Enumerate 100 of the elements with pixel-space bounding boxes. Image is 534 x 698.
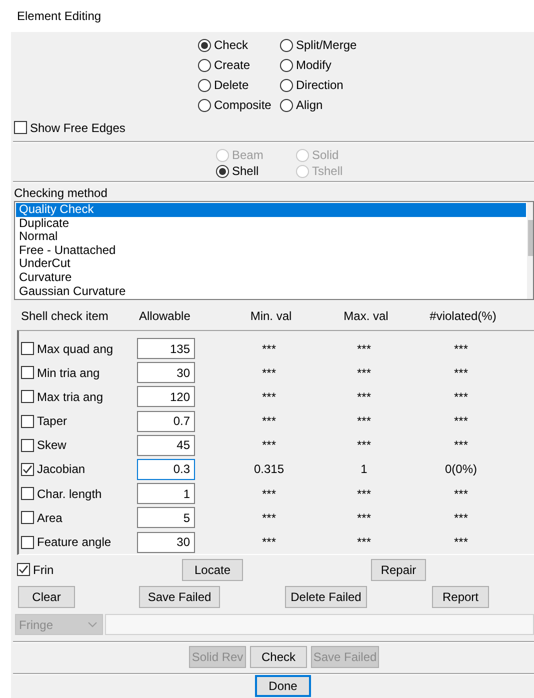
- table-cell: ***: [356, 390, 371, 404]
- table-cell: ***: [262, 486, 276, 501]
- allowable-field[interactable]: 0.3: [137, 458, 195, 480]
- check-item-label: Taper: [37, 414, 68, 428]
- radio-label: Align: [296, 98, 323, 112]
- checkbox[interactable]: [21, 462, 34, 476]
- radio-button[interactable]: [280, 38, 293, 52]
- checkbox-label: Show Free Edges: [30, 120, 126, 135]
- table-cell: 0.315: [254, 462, 284, 476]
- radio-label: Split/Merge: [296, 38, 357, 52]
- table-cell: ***: [356, 510, 371, 525]
- list-item[interactable]: Normal: [16, 230, 526, 244]
- allowable-field[interactable]: 30: [137, 532, 195, 553]
- radio-button[interactable]: [280, 98, 293, 112]
- repair-button[interactable]: Repair: [371, 558, 426, 581]
- check-item-label: Max tria ang: [37, 390, 104, 404]
- action-button[interactable]: Report: [432, 586, 489, 608]
- table-cell: ***: [262, 438, 276, 452]
- checkbox[interactable]: [21, 390, 34, 404]
- action-button[interactable]: Save Failed: [139, 586, 220, 608]
- table-cell: ***: [262, 414, 276, 428]
- check-item-label: Min tria ang: [37, 366, 100, 380]
- list-item[interactable]: Duplicate: [16, 216, 526, 230]
- allowable-field[interactable]: 0.7: [137, 410, 195, 432]
- checkbox[interactable]: [21, 342, 34, 356]
- check-item-label: Max quad ang: [37, 342, 114, 356]
- checkbox-label: Frin: [33, 562, 54, 577]
- radio-label: Composite: [214, 98, 272, 112]
- table-cell: ***: [454, 438, 468, 452]
- table-cell: ***: [262, 342, 276, 356]
- radio-label: Shell: [232, 164, 259, 178]
- radio-button[interactable]: [198, 58, 211, 72]
- list-item[interactable]: UnderCut: [16, 257, 526, 272]
- table-cell: ***: [262, 390, 276, 404]
- column-header: Max. val: [344, 308, 388, 323]
- action-button[interactable]: Delete Failed: [285, 586, 367, 608]
- scrollbar[interactable]: [527, 202, 533, 300]
- table-cell: ***: [262, 510, 276, 525]
- action-button[interactable]: Clear: [18, 586, 75, 608]
- table-cell: ***: [454, 366, 468, 380]
- column-header: Shell check item: [21, 308, 108, 323]
- done-button[interactable]: Done: [255, 675, 311, 698]
- radio-label: Solid: [312, 148, 339, 162]
- check-item-label: Char. length: [37, 486, 102, 501]
- input-field[interactable]: [105, 614, 534, 636]
- checkbox[interactable]: [21, 536, 34, 549]
- checkbox[interactable]: [21, 487, 34, 500]
- list-item[interactable]: Curvature: [16, 271, 526, 285]
- table-cell: ***: [262, 366, 276, 380]
- checkbox[interactable]: [17, 563, 30, 576]
- allowable-field[interactable]: 45: [137, 434, 195, 456]
- radio-label: Beam: [232, 148, 264, 162]
- chevron-down-icon: [88, 622, 97, 628]
- table-cell: ***: [262, 535, 276, 550]
- table-cell: 0(0%): [444, 462, 477, 476]
- table-cell: ***: [356, 486, 371, 501]
- radio-label: Direction: [296, 78, 344, 92]
- column-header: Min. val: [250, 308, 292, 323]
- check-item-label: Skew: [37, 438, 66, 452]
- radio-button[interactable]: [216, 164, 229, 178]
- allowable-field[interactable]: 5: [137, 507, 195, 528]
- checkbox[interactable]: [21, 511, 34, 524]
- check-item-label: Jacobian: [37, 462, 86, 476]
- list-item[interactable]: Free - Unattached: [16, 244, 526, 258]
- table-cell: 1: [360, 462, 368, 476]
- table-cell: ***: [356, 438, 371, 452]
- check-item-label: Feature angle: [37, 535, 112, 550]
- table-cell: ***: [454, 390, 468, 404]
- checkbox[interactable]: [21, 366, 34, 380]
- table-cell: ***: [454, 510, 468, 525]
- column-header: #violated(%): [430, 308, 496, 323]
- radio-button[interactable]: [280, 78, 293, 92]
- locate-button[interactable]: Locate: [182, 558, 243, 581]
- section-label: Checking method: [13, 185, 108, 202]
- table-cell: ***: [454, 486, 468, 501]
- list-item[interactable]: Gaussian Curvature: [16, 284, 526, 298]
- table-cell: ***: [356, 414, 371, 428]
- table-cell: ***: [454, 535, 468, 550]
- radio-button[interactable]: [280, 58, 293, 72]
- radio-label: Delete: [214, 78, 249, 92]
- action-button[interactable]: Check: [250, 646, 307, 668]
- allowable-field[interactable]: 120: [137, 386, 195, 408]
- table-cell: ***: [454, 414, 468, 428]
- table-cell: ***: [356, 342, 371, 356]
- radio-button[interactable]: [198, 98, 211, 112]
- list-item[interactable]: Quality Check: [16, 203, 526, 217]
- checkbox[interactable]: [21, 438, 34, 452]
- allowable-field[interactable]: 30: [137, 362, 195, 384]
- radio-button[interactable]: [198, 38, 211, 52]
- radio-button[interactable]: [198, 78, 211, 92]
- allowable-field[interactable]: 1: [137, 483, 195, 504]
- checkbox[interactable]: [21, 414, 34, 428]
- checkbox[interactable]: [14, 121, 27, 134]
- radio-label: Modify: [296, 58, 332, 72]
- radio-label: Check: [214, 38, 248, 52]
- radio-label: Tshell: [312, 164, 343, 178]
- table-cell: ***: [356, 535, 371, 550]
- allowable-field[interactable]: 135: [137, 338, 195, 360]
- table-cell: ***: [356, 366, 371, 380]
- radio-label: Create: [214, 58, 250, 72]
